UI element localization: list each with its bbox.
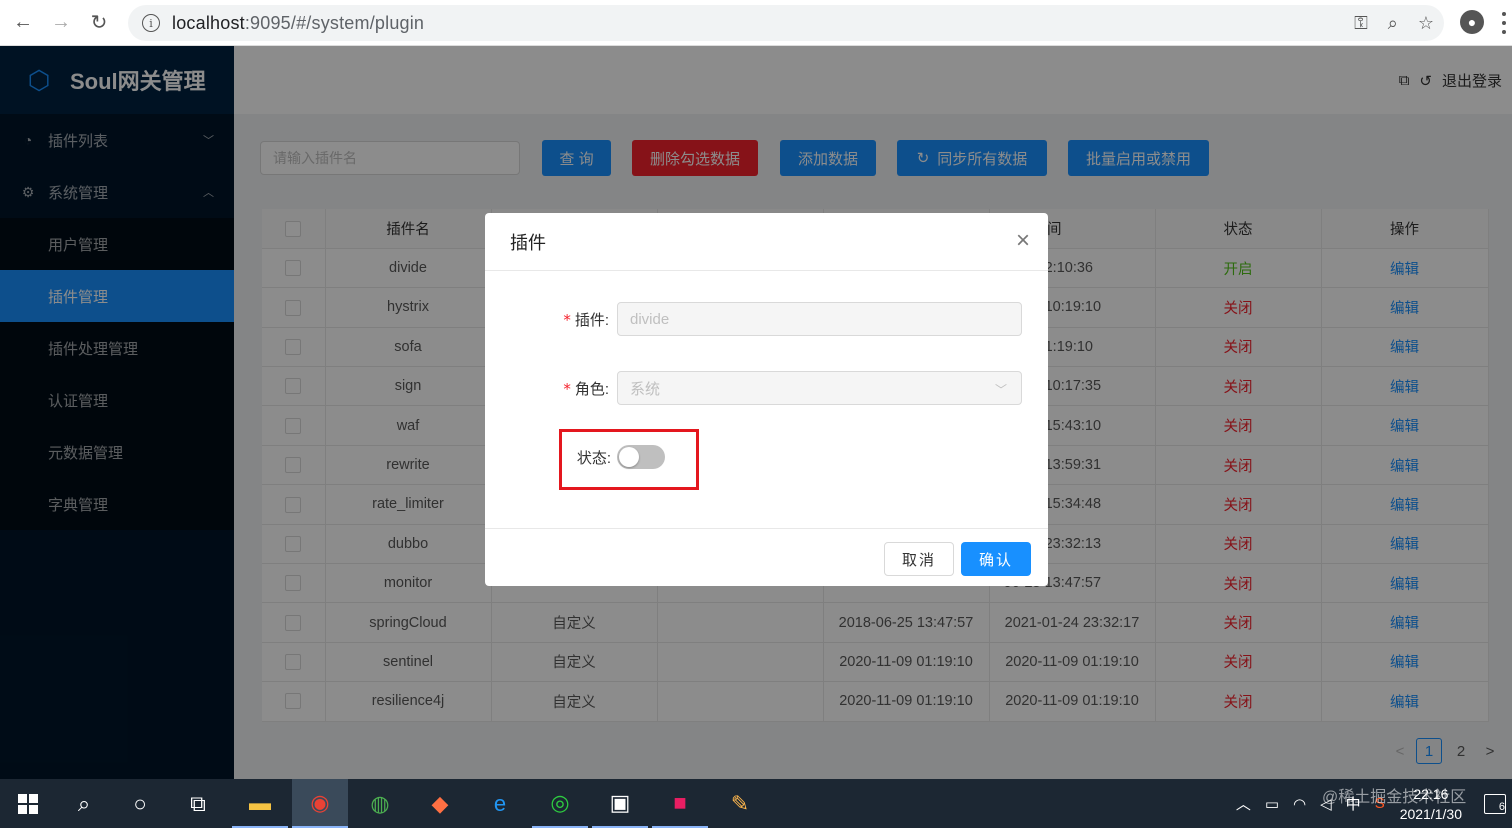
key-icon[interactable]: ⚿ <box>1354 13 1368 34</box>
task-view-icon[interactable]: ⧉ <box>170 779 226 828</box>
ie-icon[interactable]: e <box>472 779 528 828</box>
bookmark-star-icon[interactable]: ☆ <box>1418 13 1434 34</box>
notification-count: 6 <box>1498 800 1505 813</box>
search-icon[interactable]: ⌕ <box>56 779 112 828</box>
profile-avatar-icon[interactable]: ● <box>1460 10 1484 34</box>
battery-icon[interactable]: ▭ <box>1265 795 1279 813</box>
url-path: :9095/#/system/plugin <box>244 12 425 33</box>
forward-arrow-icon[interactable]: → <box>42 4 80 42</box>
role-label-text: 角色: <box>574 380 609 398</box>
plugin-name-input[interactable]: divide <box>617 302 1022 336</box>
required-mark: * <box>563 310 571 329</box>
cancel-button[interactable]: 取消 <box>884 542 954 576</box>
zoom-icon[interactable]: ⌕ <box>1388 13 1398 34</box>
watermark-text: @稀土掘金技术社区 <box>1322 789 1467 806</box>
plugin-form-row: * 插件: divide <box>485 302 1048 336</box>
notification-icon[interactable]: 6 <box>1484 793 1506 814</box>
plugin-modal: 插件 × * 插件: divide * 角色: 系统 ﹀ 状态: 取消 确认 <box>485 213 1048 586</box>
intellij-icon[interactable]: ■ <box>652 779 708 828</box>
role-form-row: * 角色: 系统 ﹀ <box>485 371 1048 405</box>
wifi-icon[interactable]: ◠ <box>1293 795 1306 813</box>
chevron-down-icon: ﹀ <box>994 383 1007 397</box>
plugin-label-text: 插件: <box>574 311 609 329</box>
reload-icon[interactable]: ↻ <box>80 4 118 42</box>
role-select[interactable]: 系统 ﹀ <box>617 371 1022 405</box>
chevron-up-icon[interactable]: ︿ <box>1236 793 1251 814</box>
terminal-icon[interactable]: ▣ <box>592 779 648 828</box>
required-mark: * <box>563 379 571 398</box>
browser-toolbar: ← → ↻ i localhost:9095/#/system/plugin ⚿… <box>0 0 1512 46</box>
url-text: localhost:9095/#/system/plugin <box>172 13 424 34</box>
paint-icon[interactable]: ✎ <box>712 779 768 828</box>
browser-menu-icon[interactable] <box>1502 12 1506 34</box>
windows-taskbar: ⌕ ○ ⧉ ▬ ◉ ◍ ◆ e ◎ ▣ ■ ✎ ︿ ▭ ◠ ◁ 中 S 22:1… <box>0 779 1512 828</box>
wechat-icon[interactable]: ◎ <box>532 779 588 828</box>
file-explorer-icon[interactable]: ▬ <box>232 779 288 828</box>
windows-start-icon[interactable] <box>0 779 56 828</box>
url-host: localhost <box>172 12 245 33</box>
modal-footer: 取消 确认 <box>485 528 1048 586</box>
plugin-label: * 插件: <box>563 309 609 330</box>
highlight-annotation-box <box>559 429 699 490</box>
chrome-icon[interactable]: ◉ <box>292 779 348 828</box>
plugin-name-value: divide <box>630 310 670 328</box>
back-arrow-icon[interactable]: ← <box>4 4 42 42</box>
modal-title: 插件 <box>485 213 1048 271</box>
browser-360-icon[interactable]: ◍ <box>352 779 408 828</box>
app-icon[interactable]: ◆ <box>412 779 468 828</box>
confirm-button[interactable]: 确认 <box>961 542 1031 576</box>
site-info-icon[interactable]: i <box>142 14 160 32</box>
role-label: * 角色: <box>563 378 609 399</box>
role-select-value: 系统 <box>630 380 661 398</box>
address-bar[interactable]: i localhost:9095/#/system/plugin ⚿ ⌕ ☆ <box>128 5 1444 41</box>
close-icon[interactable]: × <box>1016 229 1030 253</box>
cortana-icon[interactable]: ○ <box>112 779 168 828</box>
